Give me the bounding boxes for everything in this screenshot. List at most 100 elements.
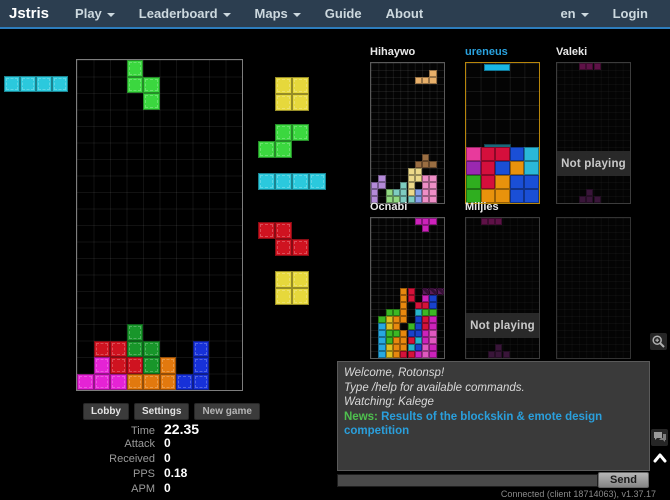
stat-label: Time [73, 425, 155, 437]
mino-cell [258, 222, 275, 239]
mino-cell [408, 295, 415, 302]
nav-language-label: en [560, 6, 575, 21]
mino-cell [408, 288, 415, 295]
lobby-button[interactable]: Lobby [83, 403, 129, 420]
nav-language[interactable]: en [548, 6, 600, 21]
news-link[interactable]: Results of the blockskin & emote design … [344, 411, 602, 438]
mino-cell [110, 374, 127, 391]
mino-cell [429, 77, 436, 84]
mino-cell [415, 302, 422, 309]
main-board [76, 59, 243, 391]
not-playing-overlay: Not playing [557, 151, 630, 176]
mino-cell [524, 175, 539, 189]
mino-cell [481, 147, 496, 161]
stat-label: Received [73, 453, 155, 465]
chat-input[interactable] [337, 474, 598, 487]
mino-cell [422, 295, 429, 302]
mino-cell [275, 124, 292, 141]
opponent-board [556, 217, 631, 359]
mino-cell [94, 374, 111, 391]
board-layer [371, 218, 444, 358]
mino-cell [429, 70, 436, 77]
nav-maps-label: Maps [255, 6, 288, 21]
mino-cell [422, 337, 429, 344]
mino-cell [400, 288, 407, 295]
navbar: Jstris Play Leaderboard Maps Guide About… [0, 0, 670, 29]
mino-cell [400, 302, 407, 309]
nav-maps[interactable]: Maps [243, 6, 313, 21]
mino-cell [400, 182, 407, 189]
mino-cell [429, 288, 436, 295]
chevron-down-icon [107, 13, 115, 17]
mino-cell [466, 147, 481, 161]
new-game-button[interactable]: New game [194, 403, 259, 420]
mino-cell [292, 77, 309, 94]
mino-cell [393, 337, 400, 344]
chevron-up-icon[interactable] [651, 449, 668, 466]
nav-login-label: Login [613, 6, 648, 21]
nav-guide[interactable]: Guide [313, 6, 374, 21]
board-layer [557, 63, 630, 203]
mino-cell [408, 351, 415, 358]
stat-attack: Attack 0 [73, 436, 253, 451]
nav-about[interactable]: About [374, 6, 436, 21]
mino-cell [275, 222, 292, 239]
mino-cell [466, 161, 481, 175]
mino-cell [292, 239, 309, 256]
send-button[interactable]: Send [598, 472, 649, 488]
nav-about-label: About [386, 6, 424, 21]
mino-cell [422, 344, 429, 351]
mino-cell [484, 64, 510, 71]
mino-cell [176, 374, 193, 391]
player-name: Hihaywo [370, 46, 415, 59]
mino-cell [378, 344, 385, 351]
mino-cell [400, 189, 407, 196]
mino-cell [386, 330, 393, 337]
mino-cell [408, 344, 415, 351]
zoom-icon[interactable] [650, 333, 667, 350]
navbar-right: en Login [548, 6, 670, 21]
mino-cell [4, 76, 20, 92]
brand-link[interactable]: Jstris [0, 5, 63, 22]
stat-value: 22.35 [164, 421, 199, 437]
mino-cell [495, 344, 502, 351]
mino-cell [20, 76, 36, 92]
mino-cell [309, 173, 326, 190]
chevron-down-icon [293, 13, 301, 17]
mino-cell [579, 63, 586, 70]
mino-cell [429, 189, 436, 196]
mino-cell [408, 323, 415, 330]
nav-login[interactable]: Login [601, 6, 660, 21]
player-name: Ocnabi [370, 201, 407, 214]
nav-leaderboard[interactable]: Leaderboard [127, 6, 243, 21]
chat-icon[interactable] [651, 429, 668, 446]
mino-cell [275, 239, 292, 256]
mino-cell [422, 288, 429, 295]
mino-cell [371, 189, 378, 196]
settings-button[interactable]: Settings [134, 403, 189, 420]
mino-cell [378, 330, 385, 337]
mino-cell [378, 351, 385, 358]
mino-cell [510, 147, 525, 161]
mino-cell [415, 337, 422, 344]
mino-cell [429, 218, 436, 225]
mino-cell [127, 324, 144, 341]
mino-cell [275, 141, 292, 158]
opponent-board: Not playing [556, 62, 631, 204]
nav-play[interactable]: Play [63, 6, 127, 21]
mino-cell [422, 225, 429, 232]
mino-cell [275, 288, 292, 305]
game-buttons: Lobby Settings New game [83, 403, 260, 420]
mino-cell [524, 147, 539, 161]
mino-cell [415, 218, 422, 225]
mino-cell [422, 196, 429, 203]
mino-cell [429, 182, 436, 189]
mino-cell [408, 189, 415, 196]
mino-cell [579, 196, 586, 203]
mino-cell [393, 330, 400, 337]
mino-cell [415, 168, 422, 175]
stat-value: 0 [164, 436, 171, 450]
mino-cell [275, 94, 292, 111]
mino-cell [371, 182, 378, 189]
stat-label: Attack [73, 438, 155, 450]
